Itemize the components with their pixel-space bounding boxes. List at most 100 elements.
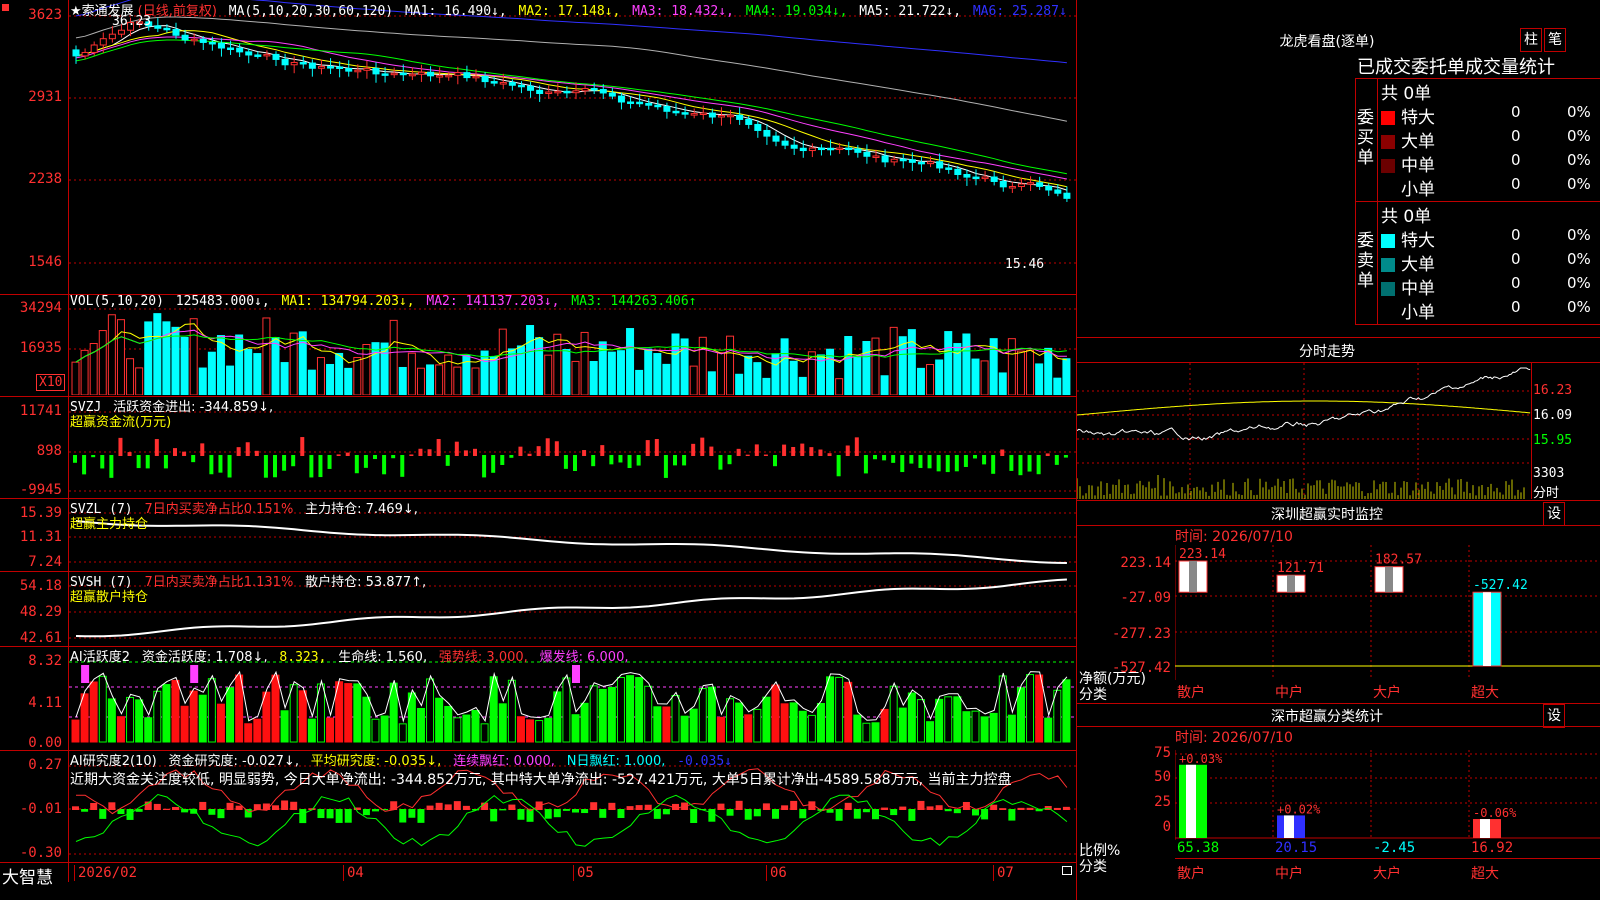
fund-flow-bar — [309, 455, 314, 478]
volume-bar — [435, 364, 444, 395]
time-label-4: 06 — [766, 865, 787, 881]
monitor-bar: -527.42 — [1472, 578, 1528, 667]
volume-bar — [771, 353, 780, 395]
lock-icon[interactable] — [1062, 866, 1072, 875]
sell-row-medium[interactable]: 中单 0 0% — [1381, 274, 1600, 299]
fund-flow-bar — [445, 455, 450, 466]
research-bar — [262, 803, 270, 810]
classify-axis-2: 50 — [1154, 769, 1171, 785]
candle-body — [199, 38, 207, 43]
research-bar — [208, 809, 216, 815]
activity-bar — [216, 703, 225, 743]
candle-body — [499, 82, 507, 85]
svsh-ratio: 7日内买卖净占比1.131% — [144, 575, 294, 590]
monitor-bar: 182.57 — [1374, 553, 1422, 593]
volume-bar — [180, 336, 189, 395]
activity-bar — [716, 716, 725, 743]
intraday-chart[interactable] — [1077, 363, 1532, 499]
fund-flow-bar — [136, 455, 141, 469]
research-bar — [372, 809, 379, 812]
fund-flow-bar — [409, 454, 414, 456]
research-bar — [562, 809, 570, 811]
fund-flow-bar — [1000, 449, 1005, 456]
candle-body — [608, 92, 616, 97]
research-bar — [1062, 806, 1070, 810]
volume-bar — [162, 321, 171, 395]
activity-bar — [189, 690, 198, 743]
price-axis-3: 2238 — [28, 171, 62, 187]
chart-area[interactable]: 3623 2931 2238 1546 ★索通发展 (日线,前复权) MA(5,1… — [0, 0, 1077, 900]
fund-flow-bar — [200, 443, 205, 456]
activity-bar — [1007, 714, 1016, 743]
activity-bar — [226, 687, 235, 743]
activity-bar — [453, 717, 462, 743]
huge-buy-swatch — [1381, 111, 1395, 125]
candle-body — [645, 102, 653, 106]
fund-flow-bar — [418, 448, 423, 456]
volume-bar — [307, 369, 316, 395]
monitor-settings-button[interactable]: 设 — [1543, 502, 1565, 526]
volume-bar — [562, 349, 571, 395]
fund-flow-bar — [691, 443, 696, 456]
volume-bar — [126, 358, 135, 395]
activity-bar — [180, 705, 189, 743]
fund-flow-bar — [518, 446, 523, 456]
buy-row-medium[interactable]: 中单 0 0% — [1381, 151, 1600, 176]
classify-val-2: 20.15 — [1275, 840, 1318, 856]
candle-body — [463, 72, 471, 79]
activity-bar — [244, 723, 253, 743]
candle-body — [181, 34, 189, 41]
research-bar — [844, 802, 852, 810]
classify-settings-button[interactable]: 设 — [1543, 704, 1565, 728]
candle-body — [454, 72, 462, 76]
tick-view-button[interactable]: 笔 — [1544, 28, 1566, 52]
research-bar — [362, 809, 370, 816]
stats-tab[interactable]: 已成交委托单成交量统计 — [1357, 53, 1555, 79]
vol-value: 125483.000↓, — [175, 294, 270, 309]
fund-flow-bar — [1018, 455, 1023, 476]
fund-flow-bar — [609, 455, 614, 465]
candle-body — [627, 101, 635, 104]
sell-row-huge[interactable]: 特大 0 0% — [1381, 226, 1600, 251]
sell-row-small[interactable]: 小单 0 0% — [1381, 298, 1600, 323]
buy-row-small[interactable]: 小单 0 0% — [1381, 175, 1600, 200]
bar-view-button[interactable]: 柱 — [1520, 28, 1542, 52]
candle-body — [772, 135, 780, 142]
volume-bar — [880, 375, 889, 395]
fund-flow-bar — [618, 455, 623, 463]
classify-cat-4: 超大 — [1471, 866, 1499, 882]
fund-flow-bar — [827, 453, 832, 456]
candle-body — [254, 54, 262, 57]
research-bar — [199, 801, 207, 810]
activity-bar — [689, 708, 698, 743]
sell-row-large[interactable]: 大单 0 0% — [1381, 250, 1600, 275]
intraday-axis-2: 16.09 — [1533, 408, 1573, 423]
candle-body — [827, 147, 835, 151]
fund-flow-bar — [236, 447, 241, 456]
buy-row-large[interactable]: 大单 0 0% — [1381, 127, 1600, 152]
volume-bar — [1007, 338, 1016, 395]
research-bar — [599, 809, 607, 818]
activity-bar — [771, 684, 780, 743]
activity-bar — [898, 707, 907, 743]
research-bar — [399, 809, 407, 823]
fund-flow-bar — [91, 455, 96, 458]
activity-bar — [971, 710, 980, 743]
research-bar — [835, 809, 843, 821]
activity-bar — [307, 718, 316, 743]
fund-flow-bar — [773, 455, 777, 467]
vol-unit-tag[interactable]: X10 — [36, 374, 66, 391]
candle-body — [172, 29, 180, 36]
activity-bar — [735, 702, 744, 743]
activity-bar — [807, 714, 816, 743]
fund-flow-bar — [700, 437, 705, 456]
volume-bar — [644, 348, 653, 395]
buy-row-huge[interactable]: 特大 0 0% — [1381, 103, 1600, 128]
fund-flow-bar — [909, 455, 914, 464]
research-bar — [99, 809, 107, 819]
classify-bar-label: +0.03% — [1179, 752, 1223, 766]
research-bar — [317, 809, 325, 819]
research-bar — [953, 809, 961, 814]
volume-bar — [453, 366, 462, 395]
activity-bar — [207, 678, 216, 743]
